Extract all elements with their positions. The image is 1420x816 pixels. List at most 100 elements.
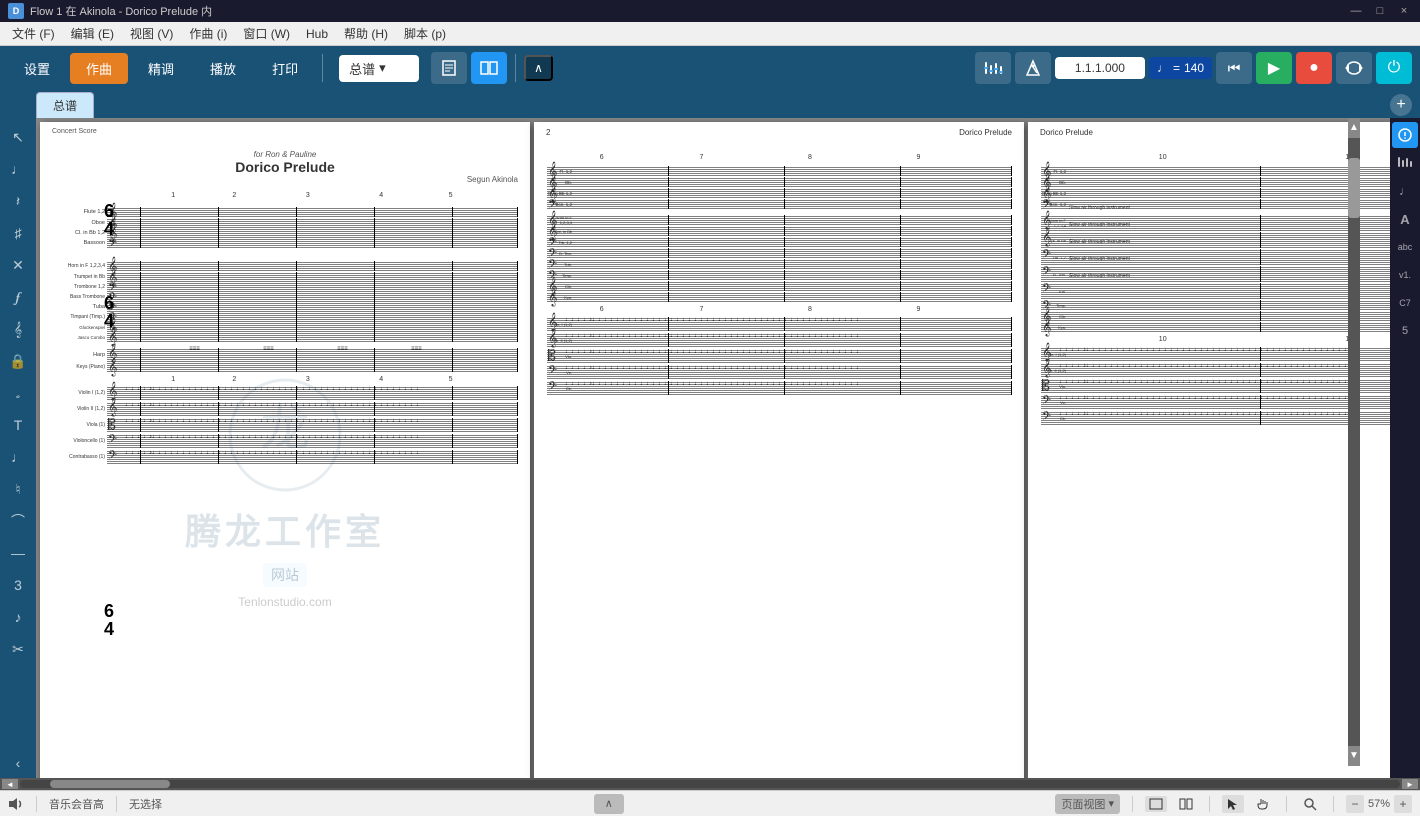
menu-help[interactable]: 帮助 (H) bbox=[336, 23, 396, 44]
menu-edit[interactable]: 编辑 (E) bbox=[63, 23, 122, 44]
p2-vc-row: Vc. 𝄢 bbox=[546, 365, 1012, 379]
contrabass-row: Contrabasso (1) 𝄢 bbox=[52, 450, 518, 464]
collapse-panels-button[interactable]: ∧ bbox=[524, 55, 553, 81]
tool-clef[interactable]: 𝄞 bbox=[3, 314, 33, 344]
scroll-down-button[interactable]: ▼ bbox=[1348, 746, 1360, 766]
sb-sep-4 bbox=[1209, 796, 1210, 812]
tool-key[interactable]: 𝅗 bbox=[3, 378, 33, 408]
vertical-scrollbar[interactable]: ▲ ▼ bbox=[1348, 118, 1360, 766]
tool-slur[interactable]: ⌒ bbox=[3, 506, 33, 536]
rp-properties-icon[interactable] bbox=[1392, 122, 1418, 148]
multi-page-view-button[interactable] bbox=[471, 52, 507, 84]
tool-accidental[interactable]: ♯ bbox=[3, 218, 33, 248]
horizontal-scrollbar[interactable]: ◄ ► bbox=[0, 778, 1420, 790]
menu-file[interactable]: 文件 (F) bbox=[4, 23, 63, 44]
menu-script[interactable]: 脚本 (p) bbox=[396, 23, 454, 44]
tool-select[interactable]: ↖ bbox=[3, 122, 33, 152]
single-page-view-button[interactable] bbox=[431, 52, 467, 84]
add-flow-button[interactable]: + bbox=[1390, 94, 1412, 116]
position-display: 1.1.1.000 bbox=[1055, 57, 1145, 79]
p2-trb-staff: 𝄢 bbox=[547, 237, 1012, 247]
minimize-button[interactable]: — bbox=[1348, 3, 1364, 19]
sb-view-score[interactable] bbox=[1145, 796, 1167, 812]
scroll-thumb-h[interactable] bbox=[50, 780, 170, 788]
p2-bn-staff: 𝄢 bbox=[547, 199, 1012, 209]
skip-to-start-button[interactable]: ⏮ bbox=[1216, 52, 1252, 84]
clarinet-staff: 𝄞 bbox=[107, 228, 518, 238]
tool-line[interactable]: — bbox=[3, 538, 33, 568]
zoom-out-button[interactable]: − bbox=[1346, 795, 1364, 813]
play-button[interactable]: ▶ bbox=[1256, 52, 1292, 84]
menu-view[interactable]: 视图 (V) bbox=[122, 23, 181, 44]
rp-v1-icon[interactable]: v1. bbox=[1392, 262, 1418, 288]
rp-abc-icon[interactable]: abc bbox=[1392, 234, 1418, 260]
rp-text-icon[interactable]: A bbox=[1392, 206, 1418, 232]
flow-selector[interactable]: 总谱 ▾ bbox=[339, 55, 419, 82]
tool-note[interactable]: ♩ bbox=[3, 154, 33, 184]
scroll-thumb-v[interactable] bbox=[1348, 158, 1360, 218]
sb-collapse-button[interactable]: ∧ bbox=[594, 794, 624, 814]
tool-text[interactable]: T bbox=[3, 410, 33, 440]
app-icon: D bbox=[8, 3, 24, 19]
tool-tuplet[interactable]: 3 bbox=[3, 570, 33, 600]
menu-hub[interactable]: Hub bbox=[298, 25, 336, 43]
maximize-button[interactable]: □ bbox=[1372, 3, 1388, 19]
tempo-equals: = bbox=[1173, 61, 1180, 75]
sb-search[interactable] bbox=[1299, 795, 1321, 813]
wind-section: Flute 1,2 𝄞 Oboe bbox=[52, 206, 518, 248]
tab-play[interactable]: 播放 bbox=[194, 53, 252, 84]
zoom-in-button[interactable]: + bbox=[1394, 795, 1412, 813]
score-area[interactable]: Concert Score for Ron & Pauline Dorico P… bbox=[36, 118, 1390, 778]
right-panel: ♩ A abc v1. C7 5 bbox=[1390, 118, 1420, 778]
left-panel-toggle[interactable]: ‹ bbox=[3, 748, 33, 778]
p3-vc-row: Vc. 𝄢 bbox=[1040, 395, 1390, 409]
score-tab-full[interactable]: 总谱 bbox=[36, 92, 94, 118]
tab-print[interactable]: 打印 bbox=[256, 53, 314, 84]
loop-button[interactable] bbox=[1336, 52, 1372, 84]
tool-tempo[interactable]: ♩ bbox=[3, 442, 33, 472]
scroll-track-v[interactable] bbox=[1348, 138, 1360, 746]
sb-mode-item: 音乐会音高 bbox=[49, 796, 104, 812]
tool-voice[interactable]: ♪ bbox=[3, 602, 33, 632]
close-button[interactable]: × bbox=[1396, 3, 1412, 19]
scroll-track-h[interactable] bbox=[20, 780, 1400, 788]
metronome-button[interactable] bbox=[1015, 52, 1051, 84]
power-button[interactable]: ⏻ bbox=[1376, 52, 1412, 84]
tab-setup[interactable]: 设置 bbox=[8, 53, 66, 84]
chevron-down-icon: ▾ bbox=[379, 60, 386, 76]
harp-label: Harp bbox=[52, 352, 107, 358]
p2-vla-row: Vla. 𝄡 bbox=[546, 349, 1012, 363]
trombone-staff: 𝄢 bbox=[107, 282, 518, 292]
sb-page-view[interactable]: 页面视图 ▾ bbox=[1055, 794, 1120, 814]
p2-ob-staff: 𝄞 bbox=[547, 177, 1012, 187]
p2-glk-row: Glk. 𝄞 bbox=[546, 281, 1012, 291]
scroll-right-button[interactable]: ► bbox=[1402, 779, 1418, 789]
sb-cursor-mode[interactable] bbox=[1222, 795, 1244, 813]
sb-hand-mode[interactable] bbox=[1252, 795, 1274, 813]
scroll-up-button[interactable]: ▲ bbox=[1348, 118, 1360, 138]
rp-5-icon[interactable]: 5 bbox=[1392, 318, 1418, 344]
rp-mixer-icon[interactable] bbox=[1392, 150, 1418, 176]
sb-speaker bbox=[8, 797, 24, 811]
p3-brass-section: Horn in F 1,2,3,4 𝄞 Slow air through ins… bbox=[1040, 215, 1390, 332]
p2-string-section: Vln. I (1,2) 𝄞 Vln. II (1,2) 𝄞 bbox=[546, 317, 1012, 395]
tool-scissors[interactable]: ✂ bbox=[3, 634, 33, 664]
violin1-label: Violin I (1,2) bbox=[52, 390, 107, 396]
tool-rest[interactable]: 𝄽 bbox=[3, 186, 33, 216]
tool-lock[interactable]: 🔒 bbox=[3, 346, 33, 376]
p2-tub-staff: 𝄢 bbox=[547, 259, 1012, 269]
rp-c7-icon[interactable]: C7 bbox=[1392, 290, 1418, 316]
menu-compose[interactable]: 作曲 (i) bbox=[181, 23, 235, 44]
p3-fl-staff: 𝄞 bbox=[1041, 166, 1390, 176]
record-button[interactable]: ● bbox=[1296, 52, 1332, 84]
tool-dynamics[interactable]: 𝆑 bbox=[3, 282, 33, 312]
tab-compose[interactable]: 作曲 bbox=[70, 53, 128, 84]
tool-chord[interactable]: ♮ bbox=[3, 474, 33, 504]
rp-articulations-icon[interactable]: ♩ bbox=[1392, 178, 1418, 204]
tab-engrave[interactable]: 精调 bbox=[132, 53, 190, 84]
menu-window[interactable]: 窗口 (W) bbox=[235, 23, 298, 44]
scroll-left-button[interactable]: ◄ bbox=[2, 779, 18, 789]
sb-view-parts[interactable] bbox=[1175, 796, 1197, 812]
tool-cross[interactable]: ✕ bbox=[3, 250, 33, 280]
mixer-button[interactable] bbox=[975, 52, 1011, 84]
